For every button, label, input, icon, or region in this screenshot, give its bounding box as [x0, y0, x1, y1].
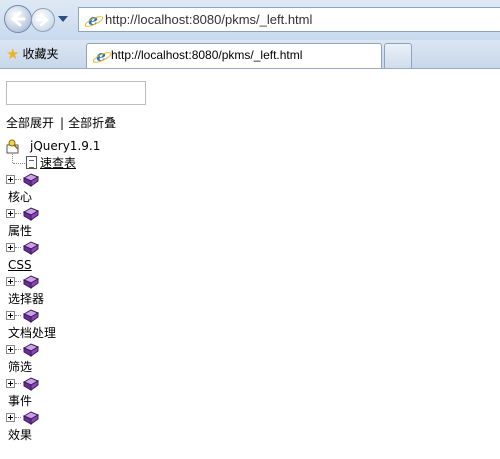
tree-group-label: 属性: [8, 224, 33, 238]
forward-button[interactable]: [31, 8, 55, 32]
tree-group[interactable]: 事件: [4, 377, 304, 411]
page-content: 全部展开 | 全部折叠 jQuery1.9.1 速查表 核心属性 CSS 选择器文档处理…: [0, 69, 500, 459]
book-icon: [22, 343, 40, 357]
tree-connector: [15, 281, 21, 282]
key-folder-icon: [6, 139, 19, 154]
book-icon: [22, 241, 40, 255]
tree-group[interactable]: 筛选: [4, 343, 304, 377]
back-arrow-icon: [10, 11, 26, 27]
expand-toggle-icon[interactable]: [6, 243, 15, 252]
favorites-label: 收藏夹: [22, 47, 59, 61]
tree-group[interactable]: 核心: [4, 173, 304, 207]
tree-connector: [15, 213, 21, 214]
tree-groups: 核心属性 CSS 选择器文档处理筛选事件效果: [4, 173, 304, 445]
back-button[interactable]: [4, 5, 32, 33]
tree-group[interactable]: 属性: [4, 207, 304, 241]
expand-all-link[interactable]: 全部展开: [6, 116, 54, 130]
tree-group[interactable]: 效果: [4, 411, 304, 445]
tree-group[interactable]: 文档处理: [4, 309, 304, 343]
ie-tab-icon: e: [93, 48, 109, 64]
expand-toggle-icon[interactable]: [6, 345, 15, 354]
tab-title: http://localhost:8080/pkms/_left.html: [111, 48, 303, 62]
tree-actions: 全部展开 | 全部折叠: [6, 114, 116, 131]
book-icon: [22, 275, 40, 289]
tree-connector: [15, 417, 21, 418]
tree-connector: [15, 179, 21, 180]
tree-root[interactable]: jQuery1.9.1 速查表: [4, 139, 304, 173]
ie-page-icon: e: [85, 12, 101, 28]
search-input[interactable]: [6, 81, 146, 105]
tree-connector: [12, 154, 13, 163]
tree-connector: [13, 163, 25, 164]
expand-toggle-icon[interactable]: [6, 413, 15, 422]
forward-arrow-icon: [35, 13, 49, 27]
collapse-all-link[interactable]: 全部折叠: [68, 116, 116, 130]
active-tab[interactable]: e http://localhost:8080/pkms/_left.html: [86, 43, 382, 68]
tree-group-label: CSS: [8, 258, 32, 272]
tree-root-label: jQuery1.9.1: [30, 139, 101, 153]
tree-group-label: 核心: [8, 190, 33, 204]
address-bar-row: e http://localhost:8080/pkms/_left.html: [0, 0, 500, 40]
tree-connector: [15, 315, 21, 316]
book-icon: [22, 309, 40, 323]
tree-connector: [15, 383, 21, 384]
separator: |: [60, 116, 65, 130]
book-icon: [22, 173, 40, 187]
expand-toggle-icon[interactable]: [6, 175, 15, 184]
tree-group[interactable]: CSS: [4, 241, 304, 275]
book-icon: [22, 377, 40, 391]
tree-group-label: 文档处理: [8, 326, 57, 340]
tree-group-label: 选择器: [8, 292, 45, 306]
expand-toggle-icon[interactable]: [6, 379, 15, 388]
tree-group-label: 效果: [8, 428, 33, 442]
tree-group-label: 筛选: [8, 360, 33, 374]
history-dropdown-icon[interactable]: [57, 14, 69, 24]
tree-connector: [15, 349, 21, 350]
tree: jQuery1.9.1 速查表 核心属性 CSS 选择器文档处理筛选事件效果: [4, 139, 304, 445]
expand-toggle-icon[interactable]: [6, 209, 15, 218]
tree-group-label: 事件: [8, 394, 33, 408]
document-icon: [26, 156, 37, 169]
expand-toggle-icon[interactable]: [6, 311, 15, 320]
book-icon: [22, 411, 40, 425]
tree-group[interactable]: 选择器: [4, 275, 304, 309]
expand-toggle-icon[interactable]: [6, 277, 15, 286]
tab-bar: ★ 收藏夹 e http://localhost:8080/pkms/_left.…: [0, 40, 500, 69]
address-input[interactable]: e http://localhost:8080/pkms/_left.html: [78, 7, 500, 32]
tree-item-label: 速查表: [40, 156, 77, 170]
book-icon: [22, 207, 40, 221]
star-icon: ★: [6, 45, 20, 63]
favorites-button[interactable]: ★ 收藏夹: [6, 45, 58, 63]
address-url: http://localhost:8080/pkms/_left.html: [105, 12, 313, 27]
tree-connector: [15, 247, 21, 248]
new-tab-button[interactable]: [384, 43, 412, 68]
